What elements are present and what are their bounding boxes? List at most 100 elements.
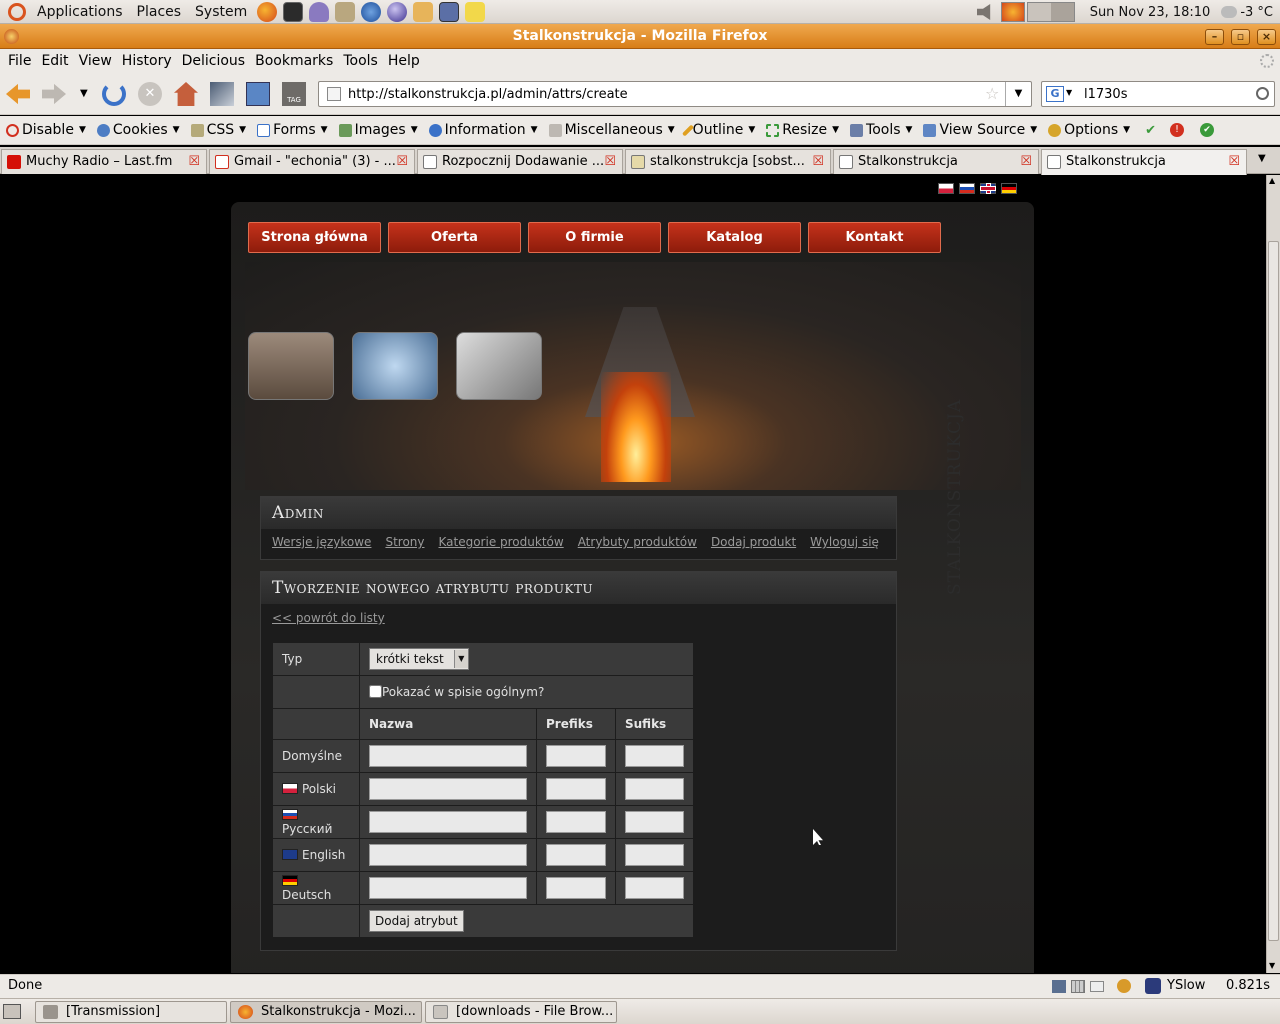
minimize-button[interactable]: – — [1205, 29, 1224, 45]
suffix-en-input[interactable] — [625, 844, 684, 866]
notes-launcher-icon[interactable] — [465, 1, 486, 22]
scroll-ornament-thumbnail[interactable] — [456, 332, 542, 400]
scrollbar-thumb[interactable] — [1268, 241, 1279, 941]
wd-information-button[interactable]: Information ▼ — [428, 122, 538, 138]
nav-katalog[interactable]: Katalog — [668, 222, 801, 253]
ubuntu-logo-icon[interactable] — [8, 2, 26, 21]
suffix-default-input[interactable] — [625, 745, 684, 767]
admin-link-add-product[interactable]: Dodaj produkt — [711, 535, 796, 549]
scroll-down-icon[interactable]: ▼ — [1269, 961, 1275, 970]
flag-gb-icon[interactable] — [980, 183, 996, 194]
close-tab-icon[interactable]: ☒ — [188, 150, 200, 174]
applications-menu[interactable]: Applications — [30, 4, 130, 20]
wd-view-source-button[interactable]: View Source ▼ — [923, 122, 1037, 138]
error-icon[interactable]: ! — [1170, 123, 1184, 137]
workspace-switcher[interactable] — [1026, 2, 1075, 22]
close-tab-icon[interactable]: ☒ — [1020, 150, 1032, 174]
folder-launcher-icon[interactable] — [413, 1, 434, 22]
screen-icon[interactable] — [210, 82, 234, 106]
back-arrow-icon[interactable] — [6, 83, 30, 105]
yslow-icon[interactable] — [1145, 978, 1161, 994]
tab-stalkonstrukcja-1[interactable]: Stalkonstrukcja ☒ — [833, 149, 1039, 174]
name-default-input[interactable] — [369, 745, 527, 767]
google-engine-icon[interactable]: G — [1046, 86, 1064, 102]
wd-images-button[interactable]: Images ▼ — [338, 122, 418, 138]
tab-rozpocznij[interactable]: Rozpocznij Dodawanie ... ☒ — [417, 149, 623, 174]
tab-list-dropdown-icon[interactable]: ▼ — [1258, 153, 1266, 164]
tag-icon[interactable]: TAG — [282, 82, 306, 106]
tab-stalkonstrukcja-wiki[interactable]: stalkonstrukcja [sobst... ☒ — [625, 149, 831, 174]
window-titlebar[interactable]: Stalkonstrukcja - Mozilla Firefox – ▫ × — [0, 24, 1280, 49]
engine-dropdown-icon[interactable]: ▼ — [1066, 88, 1072, 97]
search-input[interactable] — [1084, 84, 1249, 104]
admin-link-logout[interactable]: Wyloguj się — [810, 535, 879, 549]
show-in-list-checkbox[interactable] — [369, 685, 382, 698]
menu-file[interactable]: File — [3, 53, 36, 69]
tab-stalkonstrukcja-active[interactable]: Stalkonstrukcja ☒ — [1041, 149, 1247, 175]
flag-ru-icon[interactable] — [959, 183, 975, 194]
grid-status-icon[interactable] — [1071, 980, 1085, 993]
wd-forms-button[interactable]: Forms ▼ — [257, 122, 328, 138]
wd-disable-button[interactable]: Disable ▼ — [6, 122, 86, 138]
menu-help[interactable]: Help — [383, 53, 425, 69]
back-to-list-link[interactable]: << powrót do listy — [272, 611, 385, 625]
bookmark-page-icon[interactable] — [246, 82, 270, 106]
flag-pl-icon[interactable] — [938, 183, 954, 194]
menu-edit[interactable]: Edit — [36, 53, 73, 69]
nav-o-firmie[interactable]: O firmie — [528, 222, 661, 253]
valid-icon[interactable]: ✔ — [1200, 123, 1214, 137]
maximize-button[interactable]: ▫ — [1231, 29, 1250, 45]
settings-launcher-icon[interactable] — [335, 1, 356, 22]
name-pl-input[interactable] — [369, 778, 527, 800]
url-bar[interactable]: ☆ ▼ — [318, 81, 1032, 107]
search-bar[interactable]: G ▼ — [1041, 81, 1275, 107]
clock[interactable]: Sun Nov 23, 18:10 — [1083, 5, 1218, 20]
close-tab-icon[interactable]: ☒ — [1228, 150, 1240, 174]
name-en-input[interactable] — [369, 844, 527, 866]
prefix-ru-input[interactable] — [546, 811, 606, 833]
nav-kontakt[interactable]: Kontakt — [808, 222, 941, 253]
flag-de-icon[interactable] — [1001, 183, 1017, 194]
navigator-launcher-icon[interactable] — [361, 1, 382, 22]
wd-miscellaneous-button[interactable]: Miscellaneous ▼ — [548, 122, 675, 138]
menu-view[interactable]: View — [74, 53, 117, 69]
close-tab-icon[interactable]: ☒ — [604, 150, 616, 174]
screenshot-launcher-icon[interactable] — [439, 1, 460, 22]
forward-arrow-icon[interactable] — [42, 83, 66, 105]
magnifier-search-icon[interactable] — [1256, 87, 1269, 100]
scroll-up-icon[interactable]: ▲ — [1269, 176, 1275, 185]
task-file-browser[interactable]: [downloads - File Brow... — [425, 1001, 617, 1023]
check-ok-icon[interactable]: ✔ — [1145, 123, 1156, 138]
screen-status-icon[interactable] — [1052, 980, 1066, 993]
firebug-status-icon[interactable] — [1117, 979, 1131, 993]
prefix-pl-input[interactable] — [546, 778, 606, 800]
places-menu[interactable]: Places — [130, 4, 189, 20]
weather-temperature[interactable]: -3 °C — [1240, 5, 1280, 20]
prefix-de-input[interactable] — [546, 877, 606, 899]
close-window-button[interactable]: × — [1257, 29, 1276, 45]
close-tab-icon[interactable]: ☒ — [812, 150, 824, 174]
wd-outline-button[interactable]: Outline ▼ — [681, 122, 755, 138]
nav-home[interactable]: Strona główna — [248, 222, 381, 253]
orb-launcher-icon[interactable] — [387, 1, 408, 22]
stop-icon[interactable]: ✕ — [138, 82, 162, 106]
nav-oferta[interactable]: Oferta — [388, 222, 521, 253]
suffix-ru-input[interactable] — [625, 811, 684, 833]
tab-lastfm[interactable]: Muchy Radio – Last.fm ☒ — [1, 149, 207, 174]
task-firefox[interactable]: Stalkonstrukcja - Mozi... — [230, 1001, 422, 1023]
terminal-launcher-icon[interactable] — [283, 1, 304, 22]
name-de-input[interactable] — [369, 877, 527, 899]
reload-icon[interactable] — [102, 82, 126, 106]
history-dropdown-icon[interactable]: ▼ — [80, 88, 88, 99]
add-attribute-button[interactable]: Dodaj atrybut — [369, 910, 464, 932]
wd-tools-button[interactable]: Tools ▼ — [850, 122, 912, 138]
suffix-de-input[interactable] — [625, 877, 684, 899]
menu-delicious[interactable]: Delicious — [177, 53, 251, 69]
system-menu[interactable]: System — [188, 4, 254, 20]
wd-css-button[interactable]: CSS ▼ — [190, 122, 246, 138]
wd-resize-button[interactable]: Resize ▼ — [766, 122, 839, 138]
name-ru-input[interactable] — [369, 811, 527, 833]
vertical-scrollbar[interactable]: ▲ ▼ — [1266, 175, 1280, 973]
url-dropdown-icon[interactable]: ▼ — [1005, 82, 1031, 106]
home-icon[interactable] — [174, 82, 198, 106]
